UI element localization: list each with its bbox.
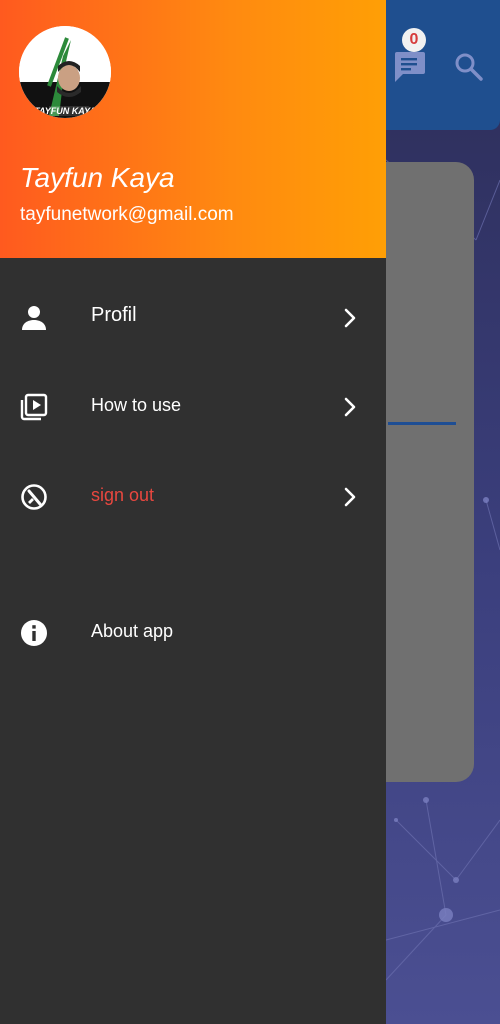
info-icon — [21, 620, 47, 646]
chevron-right-icon — [344, 397, 356, 417]
menu-item-profil[interactable]: Profil — [0, 282, 386, 352]
menu-item-label: How to use — [91, 395, 182, 415]
user-email: tayfunetwork@gmail.com — [20, 204, 234, 225]
video-library-icon — [20, 393, 48, 421]
navigation-drawer: TAYFUN KAYA Tayfun Kaya tayfunetwork@gma… — [0, 0, 386, 1024]
avatar-image: TAYFUN KAYA — [19, 26, 111, 118]
person-icon — [22, 306, 46, 330]
chevron-right-icon — [344, 308, 356, 328]
search-icon[interactable] — [452, 50, 486, 84]
sign-out-icon — [21, 484, 47, 510]
menu-item-label: Profil — [91, 304, 137, 326]
chevron-right-icon — [344, 487, 356, 507]
user-name: Tayfun Kaya — [20, 162, 175, 193]
menu-item-label: About app — [91, 621, 174, 641]
avatar[interactable]: TAYFUN KAYA — [19, 26, 111, 118]
svg-text:TAYFUN KAYA: TAYFUN KAYA — [34, 106, 96, 116]
menu-item-sign-out[interactable]: sign out — [0, 461, 386, 531]
menu-item-about-app[interactable]: About app — [0, 597, 386, 667]
menu-item-label: sign out — [91, 485, 155, 505]
menu-item-how-to-use[interactable]: How to use — [0, 371, 386, 441]
notification-badge: 0 — [402, 28, 426, 52]
drawer-header: TAYFUN KAYA Tayfun Kaya tayfunetwork@gma… — [0, 0, 386, 258]
card-divider — [388, 422, 456, 425]
